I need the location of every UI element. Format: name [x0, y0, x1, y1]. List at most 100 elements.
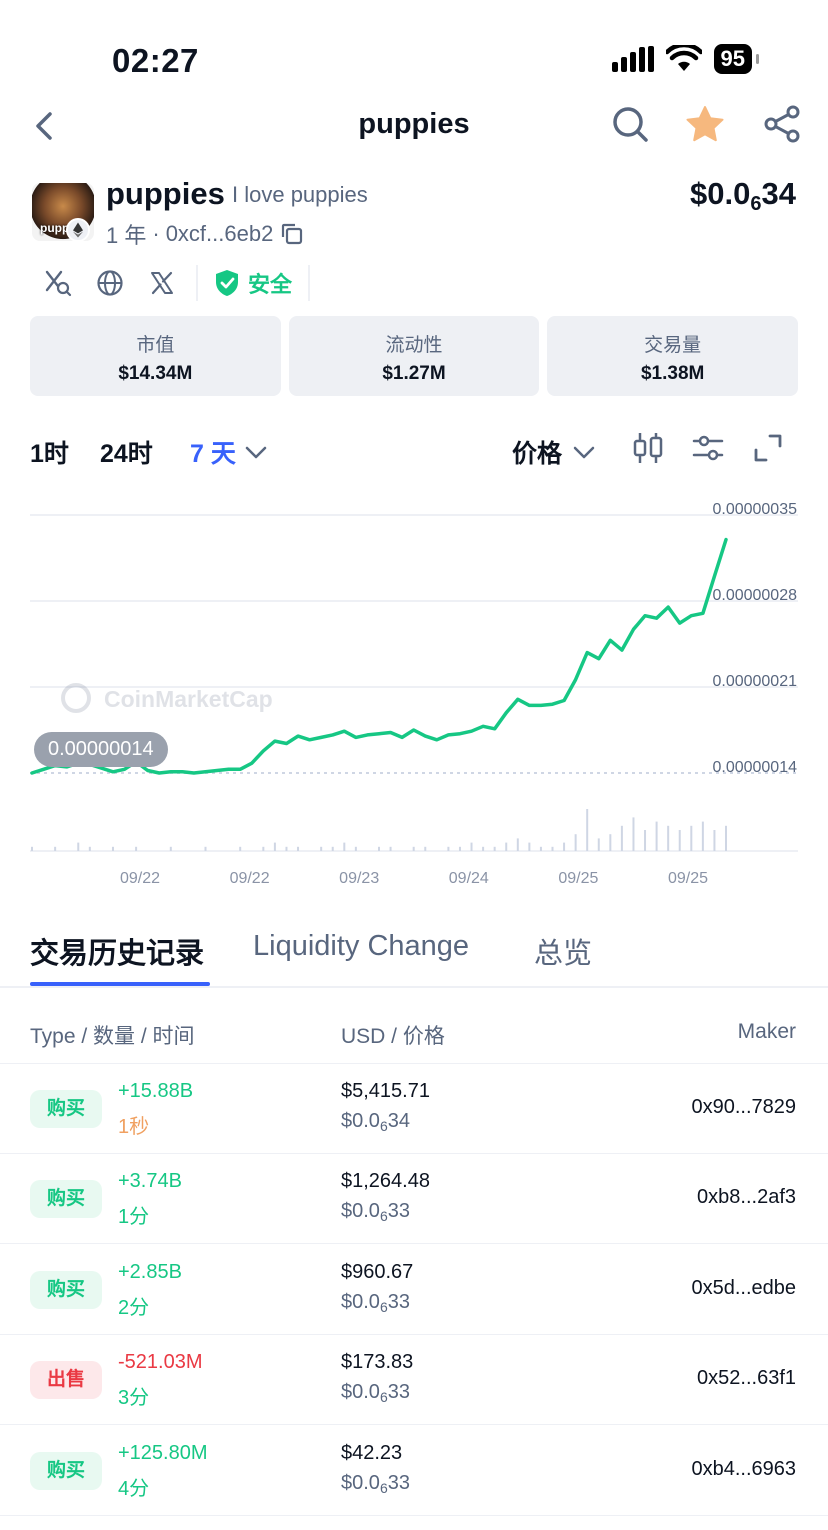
table-row[interactable]: 购买 +125.80M 4分 $42.23 $0.0633 0xb4...6963	[0, 1426, 828, 1516]
table-row[interactable]: 购买 +3.74B 1分 $1,264.48 $0.0633 0xb8...2af3	[0, 1154, 828, 1245]
trade-amount: +15.88B	[118, 1080, 194, 1102]
trade-type-badge: 购买	[30, 1180, 102, 1219]
tab-liquidity-change[interactable]: Liquidity Change	[253, 930, 469, 963]
volume-bar	[447, 846, 450, 851]
trade-type-badge: 出售	[30, 1361, 102, 1400]
trade-usd: $42.23	[341, 1441, 403, 1464]
price-dropdown-label: 价格	[512, 440, 563, 468]
website-link[interactable]	[84, 263, 136, 303]
volume-bar	[111, 846, 114, 851]
candlestick-icon[interactable]	[632, 430, 664, 466]
volume-bar	[586, 809, 589, 851]
y-tick-label: 0.00000014	[712, 759, 797, 776]
volume-bar	[493, 846, 496, 851]
stat-label: 交易量	[644, 335, 702, 356]
volume-bar	[204, 846, 207, 851]
table-row[interactable]: 出售 -521.03M 3分 $173.83 $0.0633 0x52...63f1	[0, 1335, 828, 1426]
token-stats: 市值 $14.34M 流动性 $1.27M 交易量 $1.38M	[30, 316, 799, 396]
settings-sliders-icon[interactable]	[692, 430, 724, 466]
x-search-link[interactable]	[32, 263, 84, 303]
volume-bar	[539, 846, 542, 851]
trade-age: 4分	[118, 1477, 150, 1500]
volume-bar	[378, 846, 380, 851]
stat-value: $14.34M	[118, 363, 193, 384]
header-usd: USD / 价格	[341, 1025, 445, 1048]
volume-bar	[262, 846, 265, 851]
status-icons: 95	[611, 44, 760, 74]
current-price-label: 0.00000014	[34, 732, 168, 767]
tab-overview[interactable]: 总览	[534, 930, 592, 972]
trade-maker[interactable]: 0xb8...2af3	[697, 1186, 796, 1209]
volume-bar	[563, 842, 566, 851]
trade-usd: $1,264.48	[341, 1170, 430, 1193]
table-row[interactable]: 购买 +2.85B 2分 $960.67 $0.0633 0x5d...edbe	[0, 1245, 828, 1335]
timeframe-24h[interactable]: 24时	[100, 434, 153, 470]
volume-bar	[713, 830, 716, 851]
divider	[308, 265, 311, 301]
trade-age: 2分	[118, 1296, 150, 1319]
stat-market-cap: 市值 $14.34M	[30, 316, 281, 396]
star-icon[interactable]	[684, 104, 726, 146]
chart-svg: CoinMarketCap 0.00000035 0.00000028 0.0000…	[30, 501, 798, 887]
volume-bar	[516, 838, 519, 851]
chevron-down-icon	[573, 446, 595, 459]
volume-bar	[505, 842, 508, 851]
search-icon[interactable]	[610, 104, 650, 144]
price-dropdown[interactable]: 价格	[512, 434, 596, 470]
trade-price: $0.0634	[341, 1110, 410, 1134]
price-chart[interactable]: CoinMarketCap 0.00000035 0.00000028 0.0000…	[0, 490, 828, 900]
trade-amount: +2.85B	[118, 1260, 182, 1283]
watermark-text: CoinMarketCap	[104, 686, 273, 712]
stat-volume: 交易量 $1.38M	[547, 316, 799, 396]
volume-bar	[690, 825, 693, 851]
safety-badge[interactable]: 安全	[206, 267, 300, 299]
share-icon[interactable]	[762, 104, 802, 144]
tab-trade-history[interactable]: 交易历史记录	[30, 930, 204, 972]
status-bar: 02:27 95	[0, 0, 828, 100]
safety-label: 安全	[248, 272, 293, 297]
volume-bar	[574, 834, 577, 851]
volume-bar	[239, 846, 242, 851]
chart-controls: 1时 24时 7 天 价格	[0, 428, 828, 472]
timeframe-7d[interactable]: 7 天	[190, 434, 268, 470]
trade-maker[interactable]: 0x90...7829	[691, 1096, 796, 1119]
trade-maker[interactable]: 0x5d...edbe	[691, 1277, 796, 1300]
trade-maker[interactable]: 0x52...63f1	[697, 1367, 796, 1390]
x-tick-label: 09/22	[230, 870, 270, 887]
battery-indicator: 95	[713, 44, 760, 74]
trade-amount: -521.03M	[118, 1351, 203, 1374]
table-row[interactable]: 购买 +15.88B 1秒 $5,415.71 $0.0634 0x90...7829	[0, 1064, 828, 1154]
trade-price: $0.0633	[341, 1471, 410, 1496]
stat-liquidity: 流动性 $1.27M	[288, 316, 540, 396]
x-twitter-icon	[151, 271, 173, 295]
copy-icon[interactable]	[279, 221, 305, 247]
stat-label: 市值	[136, 335, 175, 356]
timeframe-7d-label: 7 天	[190, 440, 236, 468]
fullscreen-icon[interactable]	[752, 430, 784, 466]
volume-bar	[632, 817, 635, 851]
trade-usd: $5,415.71	[341, 1080, 430, 1102]
volume-bar	[655, 821, 658, 851]
volume-bar	[285, 846, 288, 851]
volume-bar	[458, 846, 461, 851]
trade-maker[interactable]: 0xb4...6963	[691, 1458, 796, 1481]
nav-header: puppies	[0, 100, 828, 152]
volume-bar	[725, 825, 727, 851]
x-tick-label: 09/24	[449, 870, 489, 887]
token-links: 安全	[32, 262, 318, 304]
trade-price: $0.0633	[341, 1290, 410, 1315]
volume-bar	[297, 846, 300, 851]
x-tick-label: 09/25	[558, 870, 598, 887]
volume-bar	[77, 842, 80, 851]
volume-bar	[609, 834, 612, 851]
token-price: $0.0634	[690, 176, 796, 215]
volume-bar	[667, 825, 670, 851]
volume-bar	[331, 846, 334, 851]
twitter-link[interactable]	[136, 263, 188, 303]
volume-bar	[528, 842, 531, 851]
volume-bar	[88, 846, 91, 851]
trade-usd: $173.83	[341, 1351, 414, 1374]
volume-bar	[470, 842, 473, 851]
timeframe-1h[interactable]: 1时	[30, 434, 69, 470]
header-type: Type / 数量 / 时间	[30, 1025, 195, 1048]
